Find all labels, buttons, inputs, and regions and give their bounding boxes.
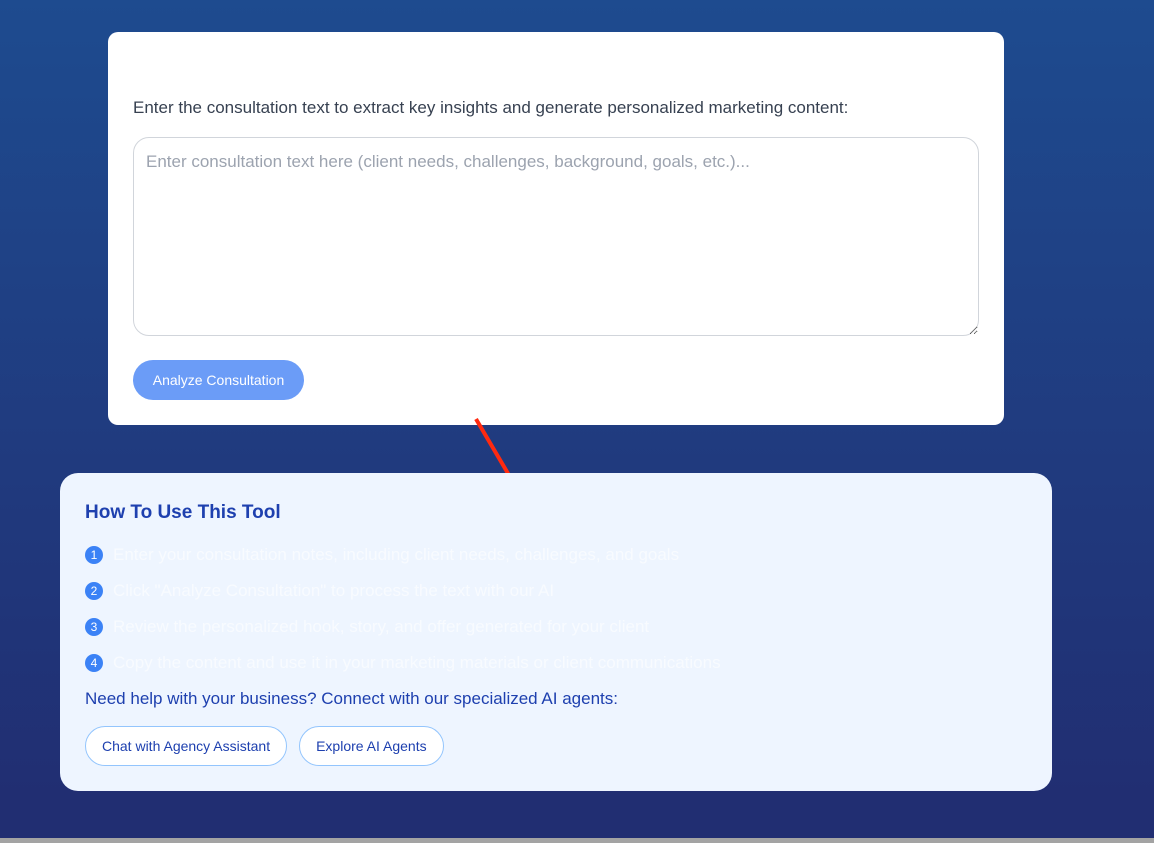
chat-agency-assistant-button[interactable]: Chat with Agency Assistant [85,726,288,766]
help-cta-text: Need help with your business? Connect wi… [85,689,618,708]
explore-ai-agents-button[interactable]: Explore AI Agents [299,726,444,766]
analyze-consultation-button[interactable]: Analyze Consultation [133,360,304,400]
consultation-textarea[interactable] [133,137,979,336]
step-number-badge: 2 [85,582,103,600]
step-text: Copy the content and use it in your mark… [113,653,721,672]
help-title: How To Use This Tool [85,502,281,523]
step-text: Enter your consultation notes, including… [113,545,680,564]
steps-list: 1 Enter your consultation notes, includin… [85,537,721,681]
step-item: 1 Enter your consultation notes, includin… [85,537,721,573]
agent-buttons: Chat with Agency Assistant Explore AI Ag… [85,726,444,766]
step-number-badge: 3 [85,618,103,636]
step-number-badge: 4 [85,654,103,672]
bottom-bar [0,838,1154,843]
consultation-card: Enter the consultation text to extract k… [108,32,1004,425]
step-text: Click "Analyze Consultation" to process … [113,581,555,600]
step-item: 4 Copy the content and use it in your mar… [85,645,721,681]
how-to-use-panel: How To Use This Tool 1 Enter your consult… [60,473,1052,791]
step-item: 2 Click "Analyze Consultation" to process… [85,573,721,609]
step-text: Review the personalized hook, story, and… [113,617,650,636]
instructions-text: Enter the consultation text to extract k… [133,98,849,117]
step-item: 3 Review the personalized hook, story, an… [85,609,721,645]
step-number-badge: 1 [85,546,103,564]
